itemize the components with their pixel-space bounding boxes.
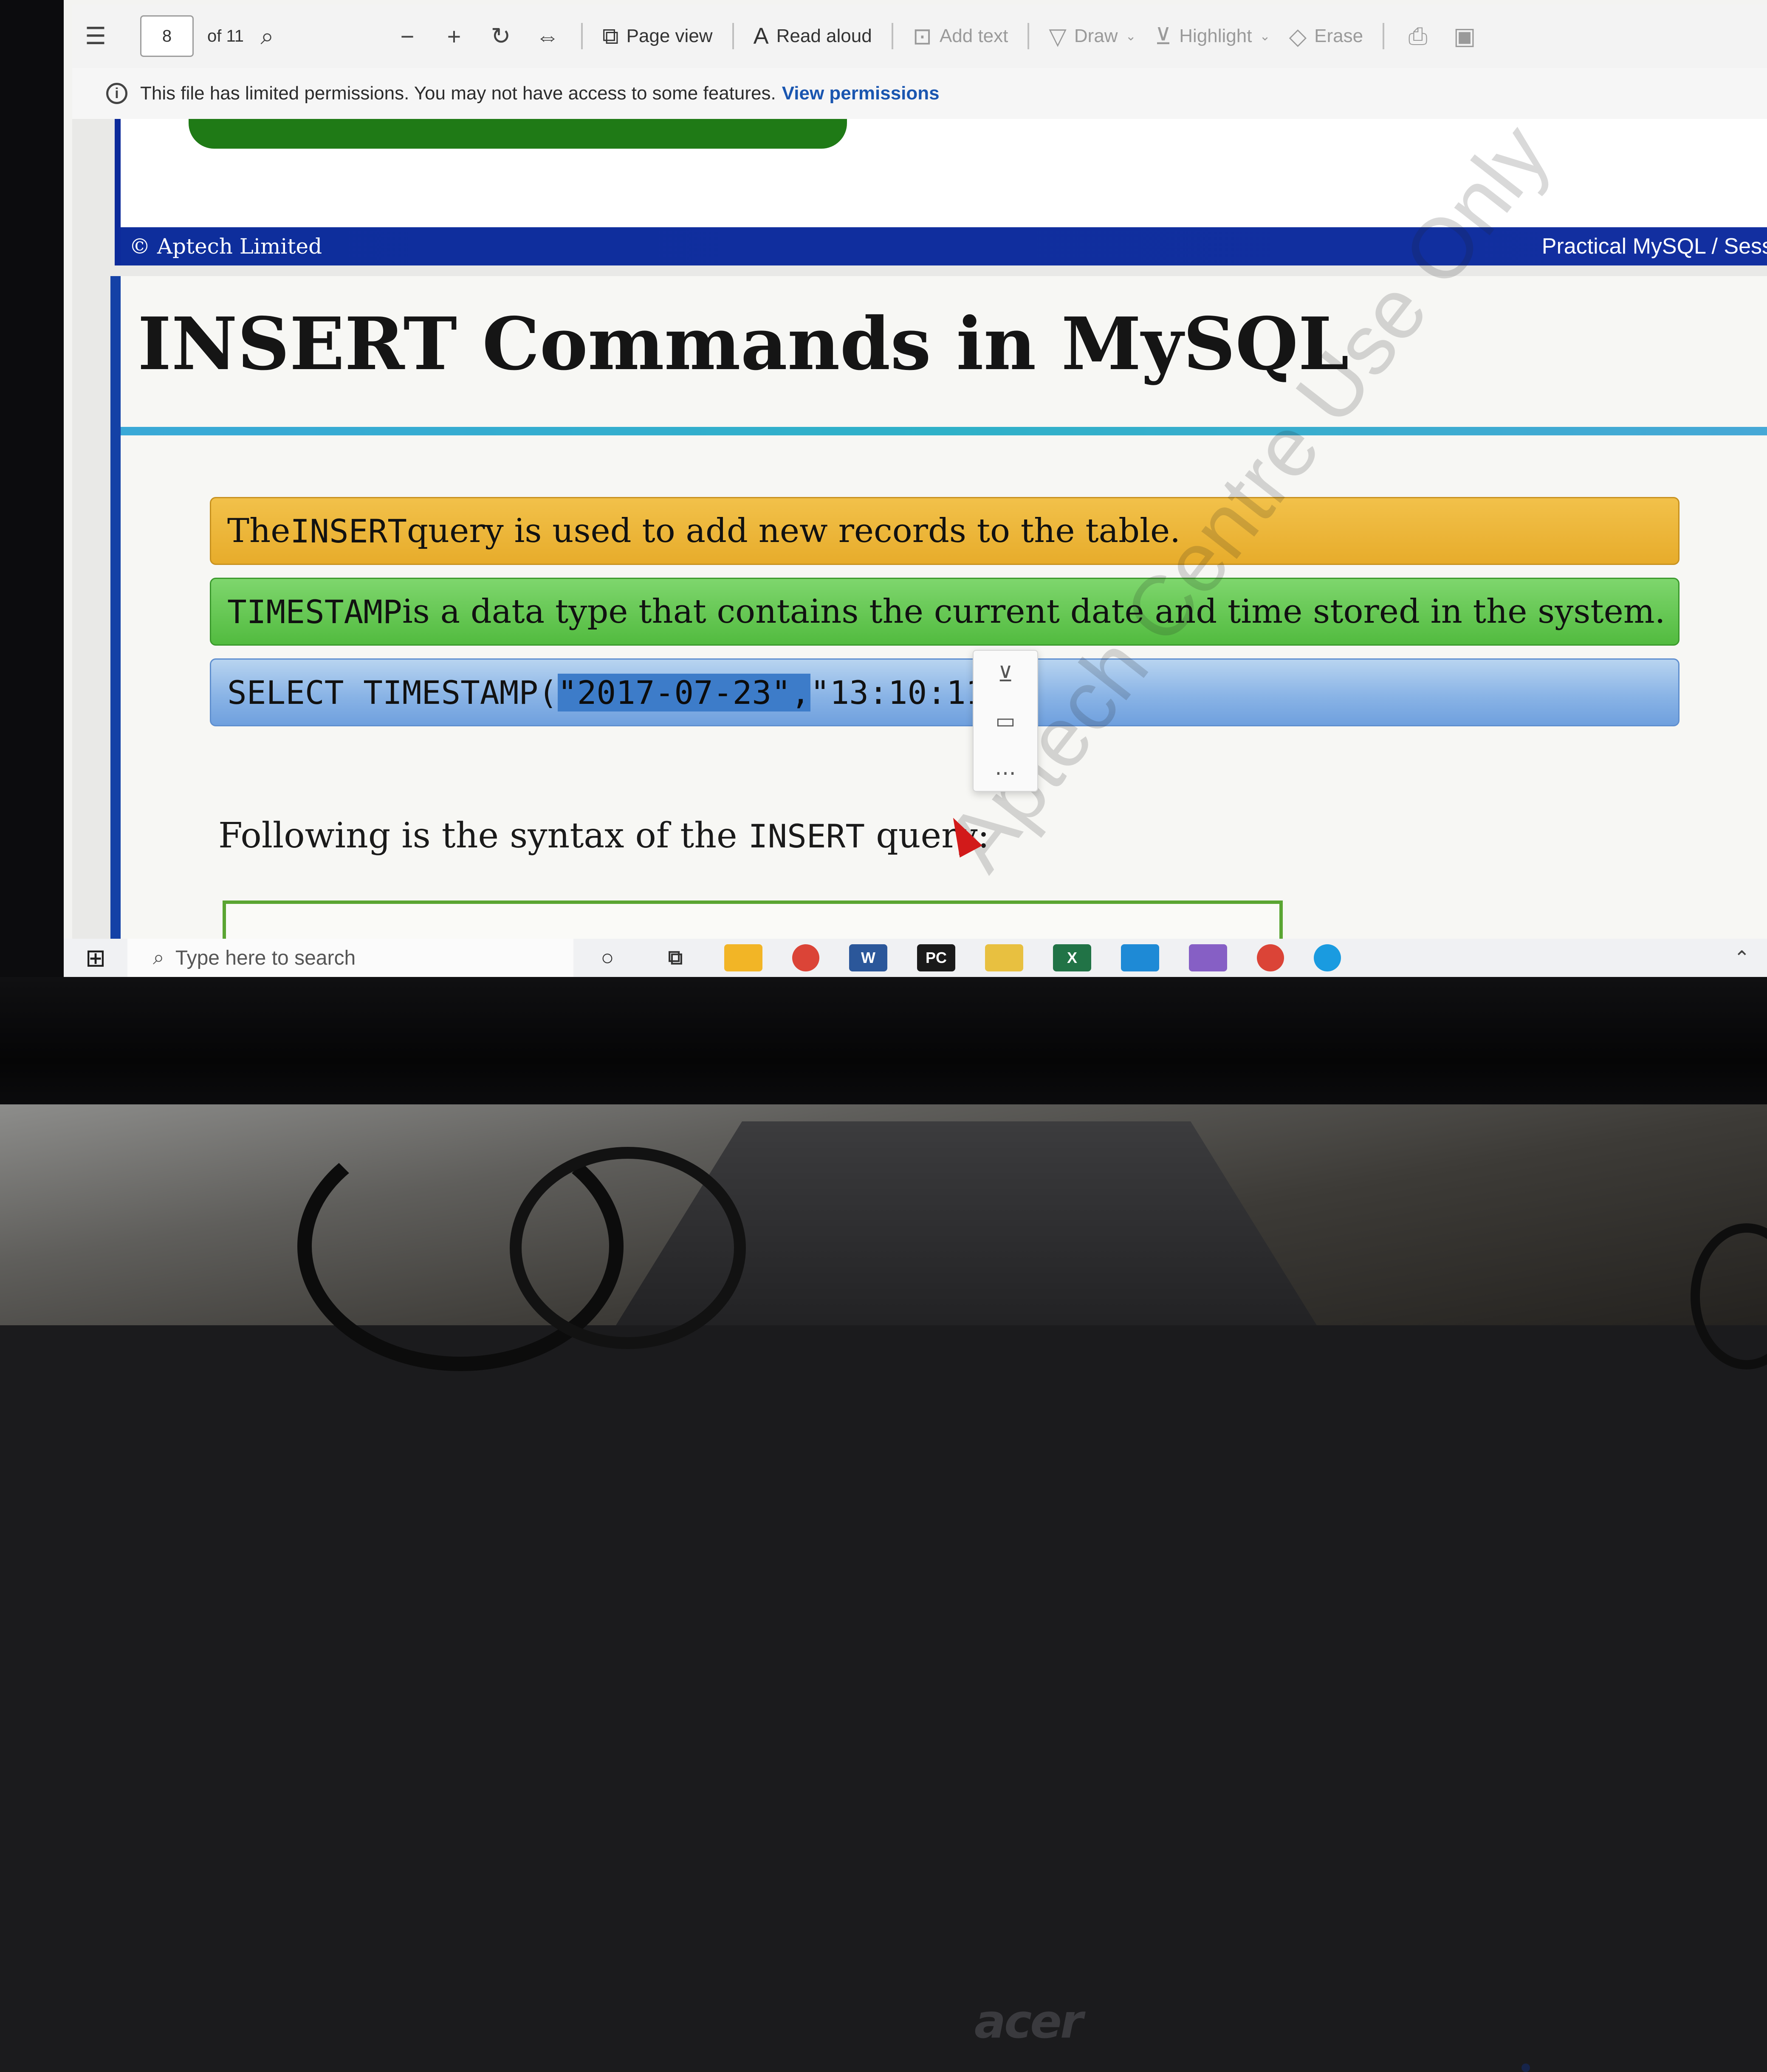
cable [510, 1147, 746, 1349]
add-text-button[interactable]: ⊡ Add text [913, 23, 1008, 50]
page-view-icon: ⧉ [602, 23, 619, 49]
search-icon[interactable]: ⌕ [252, 19, 282, 53]
edge-icon[interactable] [1314, 944, 1341, 971]
toolbar-divider [732, 23, 734, 49]
file-explorer-icon[interactable] [724, 944, 762, 971]
erase-label: Erase [1314, 25, 1363, 46]
more-icon[interactable]: … [995, 755, 1016, 780]
page-title: INSERT Commands in MySQL [138, 302, 1349, 387]
search-icon: ⌕ [153, 946, 164, 969]
visual-studio-icon[interactable] [1189, 944, 1227, 971]
save-icon[interactable]: ▣ [1450, 19, 1479, 53]
page-total: of 11 [207, 26, 244, 45]
fit-width-icon[interactable]: ⇔ [533, 19, 562, 53]
add-text-label: Add text [939, 25, 1008, 46]
syntax-text: Following is the syntax of the [218, 816, 748, 856]
permissions-message: This file has limited permissions. You m… [140, 83, 776, 104]
code-keyword: TIMESTAMP [227, 593, 402, 631]
draw-label: Draw [1074, 25, 1118, 46]
code-keyword: INSERT [290, 512, 407, 550]
taskbar: ⊞ ⌕ Type here to search ○ ⧉ W PC X ⌃ [64, 939, 1767, 977]
table-of-contents-icon[interactable]: ☰ [81, 19, 110, 53]
band-text: query is used to add new records to the … [406, 512, 1181, 550]
read-aloud-label: Read aloud [776, 25, 872, 46]
timestamp-definition-band: TIMESTAMP is a data type that contains t… [210, 578, 1679, 646]
screen: ☰ 8 of 11 ⌕ − + ↻ ⇔ ⧉ Page view A Read a… [64, 0, 1767, 977]
highlight-icon[interactable]: ⊻ [998, 662, 1013, 686]
permissions-notice: i This file has limited permissions. You… [72, 68, 1767, 121]
title-divider [121, 427, 1767, 435]
course-label: Practical MySQL / Sess [1541, 234, 1767, 259]
draw-button[interactable]: ▽ Draw ⌄ [1049, 23, 1136, 50]
excel-icon[interactable]: X [1053, 944, 1091, 971]
add-text-icon: ⊡ [912, 23, 932, 49]
info-icon: i [106, 83, 127, 104]
band-text: The [227, 512, 291, 550]
code-text: SELECT TIMESTAMP( [227, 673, 558, 711]
page-number-input[interactable]: 8 [140, 15, 194, 57]
band-text: is a data type that contains the current… [402, 593, 1665, 631]
print-icon[interactable]: ⎙ [1403, 19, 1433, 53]
taskbar-search-box[interactable]: ⌕ Type here to search [127, 939, 573, 977]
code-keyword: INSERT [748, 817, 865, 855]
selected-text[interactable]: "2017-07-23", [557, 673, 810, 711]
highlight-label: Highlight [1179, 25, 1252, 46]
cortana-icon[interactable]: ○ [588, 944, 627, 971]
document-viewport: © Aptech Limited Practical MySQL / Sess … [72, 107, 1767, 972]
word-icon[interactable]: W [849, 944, 887, 971]
previous-page-footer: © Aptech Limited Practical MySQL / Sess [121, 227, 1767, 265]
copyright-label: © Aptech Limited [129, 234, 322, 259]
chevron-up-icon[interactable]: ⌃ [1733, 946, 1750, 969]
read-aloud-icon: A [753, 23, 769, 49]
monitor-brand-logo: acer [974, 1994, 1083, 2049]
comment-icon[interactable]: ▭ [995, 709, 1015, 733]
minus-icon[interactable]: − [392, 19, 422, 53]
monitor-bezel-bottom: acer [0, 977, 1767, 2072]
toolbar-divider [1027, 23, 1030, 49]
chrome-alt-icon[interactable] [1257, 944, 1284, 971]
folder-icon[interactable] [985, 944, 1023, 971]
highlight-icon: ⊻ [1154, 23, 1172, 49]
previous-page-graphic [189, 119, 847, 149]
plus-icon[interactable]: + [439, 19, 469, 53]
pdf-toolbar: ☰ 8 of 11 ⌕ − + ↻ ⇔ ⧉ Page view A Read a… [72, 4, 1767, 69]
view-permissions-link[interactable]: View permissions [782, 83, 940, 104]
chevron-down-icon: ⌄ [1259, 29, 1270, 43]
erase-icon: ◇ [1289, 23, 1307, 49]
draw-icon: ▽ [1049, 23, 1067, 49]
read-aloud-button[interactable]: A Read aloud [754, 23, 872, 49]
current-page: INSERT Commands in MySQL The INSERT quer… [110, 107, 1767, 972]
selection-context-menu: ⊻ ▭ … [973, 650, 1038, 792]
monitor-bezel-left [0, 0, 64, 985]
rotate-icon[interactable]: ↻ [486, 19, 516, 53]
highlight-button[interactable]: ⊻ Highlight ⌄ [1155, 23, 1270, 50]
insert-definition-band: The INSERT query is used to add new reco… [210, 497, 1679, 565]
erase-button[interactable]: ◇ Erase [1289, 23, 1363, 50]
toolbar-divider [891, 23, 893, 49]
page-view-label: Page view [626, 25, 713, 46]
timestamp-example-band: SELECT TIMESTAMP( "2017-07-23", "13:10:1… [210, 658, 1679, 726]
toolbar-divider [581, 23, 583, 49]
vs-code-icon[interactable] [1121, 944, 1159, 971]
power-led [1521, 2064, 1530, 2072]
task-view-icon[interactable]: ⧉ [656, 944, 694, 971]
search-placeholder: Type here to search [175, 946, 356, 969]
chrome-icon[interactable] [792, 944, 819, 971]
page-view-button[interactable]: ⧉ Page view [602, 23, 713, 50]
toolbar-divider [1383, 23, 1385, 49]
chevron-down-icon: ⌄ [1125, 29, 1136, 43]
windows-start-button[interactable]: ⊞ [64, 943, 127, 972]
pycharm-icon[interactable]: PC [917, 944, 955, 971]
syntax-intro: Following is the syntax of the INSERT qu… [218, 816, 989, 856]
